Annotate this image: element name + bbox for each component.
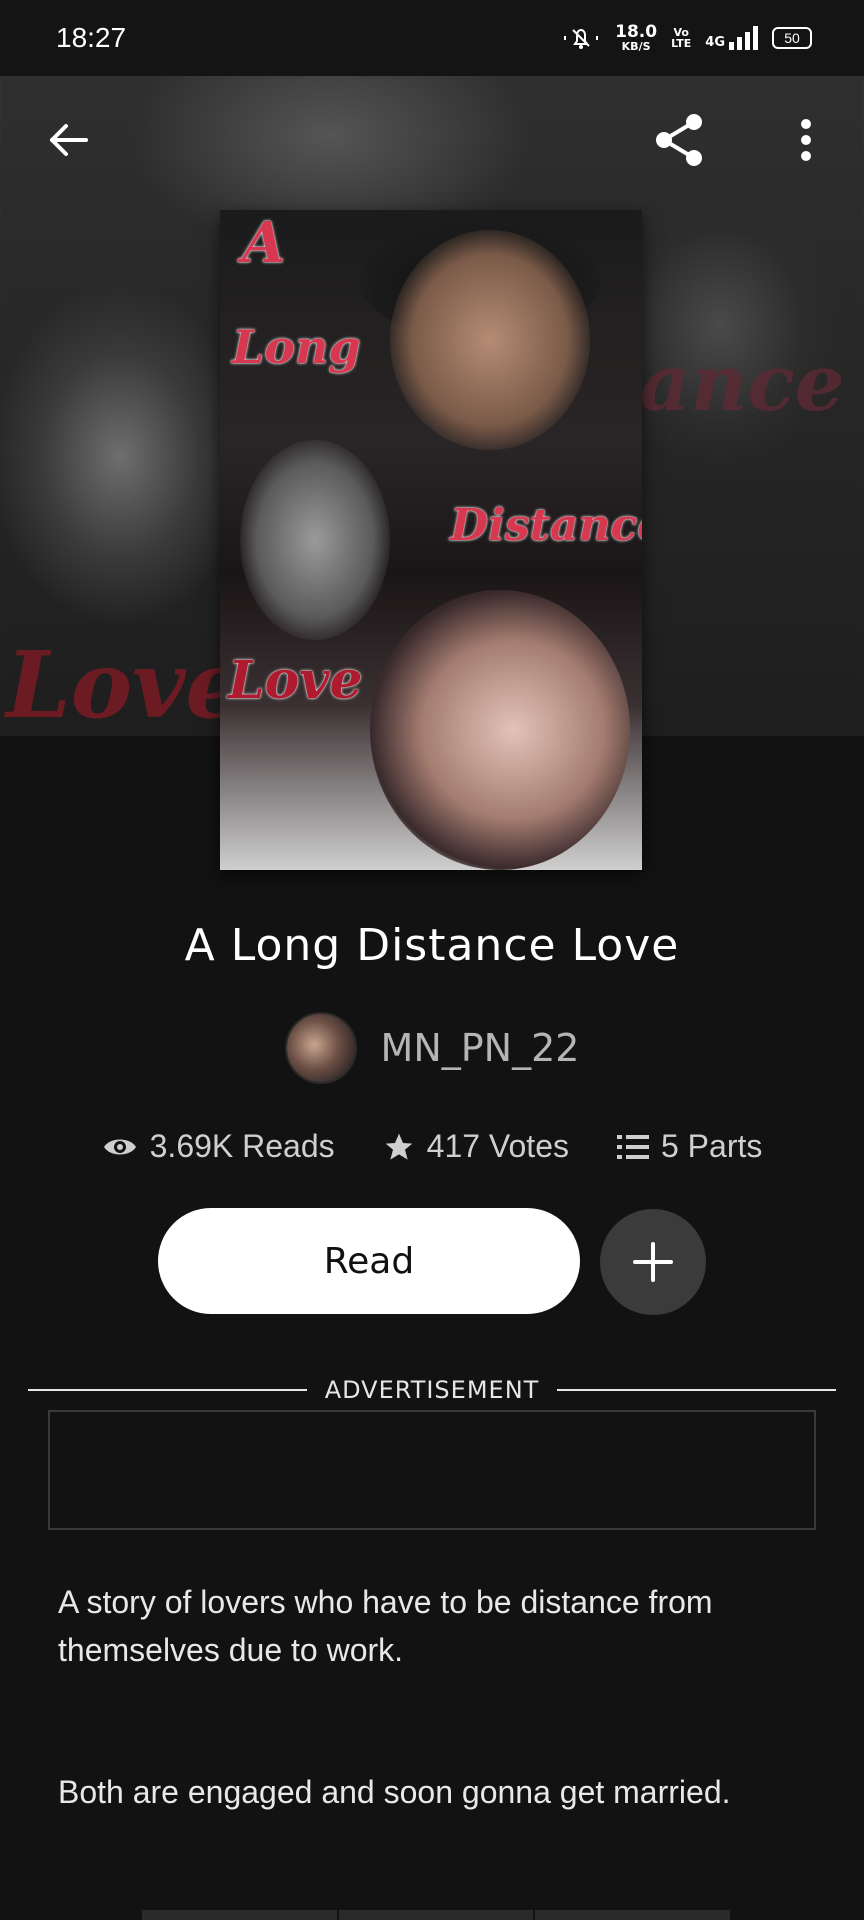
story-description: A story of lovers who have to be distanc… xyxy=(58,1578,818,1910)
eye-icon xyxy=(103,1139,136,1154)
status-icons: 18.0 KB/S Vo LTE 4G 50 xyxy=(561,24,812,52)
votes-count: 417 Votes xyxy=(426,1128,569,1164)
description-paragraph: A story of lovers who have to be distanc… xyxy=(58,1584,713,1668)
cover-title-word: Love xyxy=(228,650,363,711)
cover-title-word: Long xyxy=(232,320,361,374)
plus-icon xyxy=(633,1242,673,1282)
network-speed: 18.0 KB/S xyxy=(615,22,658,53)
reads-count: 3.69K Reads xyxy=(149,1128,335,1164)
star-icon xyxy=(385,1133,412,1160)
list-icon xyxy=(616,1134,649,1159)
votes-stat: 417 Votes xyxy=(383,1128,569,1165)
signal-bars-icon xyxy=(729,26,758,50)
advertisement-label: ADVERTISEMENT xyxy=(324,1376,540,1404)
cover-title-word: Distance xyxy=(450,500,642,551)
back-button[interactable] xyxy=(38,110,98,170)
read-button[interactable]: Read xyxy=(158,1208,580,1314)
parts-stat: 5 Parts xyxy=(616,1128,763,1165)
mute-bell-icon xyxy=(564,28,599,49)
volte-indicator: Vo LTE xyxy=(671,26,692,50)
author-row[interactable]: MN_PN_22 xyxy=(0,1012,864,1084)
advertisement-slot[interactable] xyxy=(48,1410,816,1530)
advertisement-divider: ADVERTISEMENT xyxy=(28,1376,837,1404)
author-name[interactable]: MN_PN_22 xyxy=(381,1026,580,1070)
signal-strength: 4G xyxy=(705,26,758,50)
battery-level: 50 xyxy=(784,30,800,46)
cover-portrait-couple xyxy=(240,440,390,640)
story-title: A Long Distance Love xyxy=(184,920,680,971)
arrow-left-icon xyxy=(50,124,88,156)
battery-icon: 50 xyxy=(772,27,812,49)
cover-portrait-male xyxy=(390,230,590,450)
description-paragraph: Both are engaged and soon gonna get marr… xyxy=(58,1774,731,1810)
share-button[interactable] xyxy=(650,110,710,170)
share-icon xyxy=(656,114,702,166)
author-avatar[interactable] xyxy=(284,1012,357,1084)
more-vertical-icon xyxy=(801,119,811,161)
cover-portrait-female xyxy=(370,590,630,870)
story-stats: 3.69K Reads 417 Votes 5 Parts xyxy=(0,1128,864,1165)
hero-bg-text-right: ance xyxy=(640,338,845,429)
add-to-library-button[interactable] xyxy=(600,1209,706,1315)
reads-stat: 3.69K Reads xyxy=(102,1128,335,1165)
hero-bg-text-left: Love xyxy=(6,631,245,736)
more-options-button[interactable] xyxy=(776,110,836,170)
status-bar: 18:27 18.0 KB/S Vo LTE 4G 50 xyxy=(0,0,864,76)
parts-count: 5 Parts xyxy=(660,1128,763,1164)
book-cover: A Long Distance Love xyxy=(220,210,642,870)
network-type: 4G xyxy=(705,35,725,50)
status-time: 18:27 xyxy=(56,22,127,53)
bottom-tag-strip[interactable] xyxy=(142,1910,733,1920)
cover-title-word: A xyxy=(242,210,286,276)
